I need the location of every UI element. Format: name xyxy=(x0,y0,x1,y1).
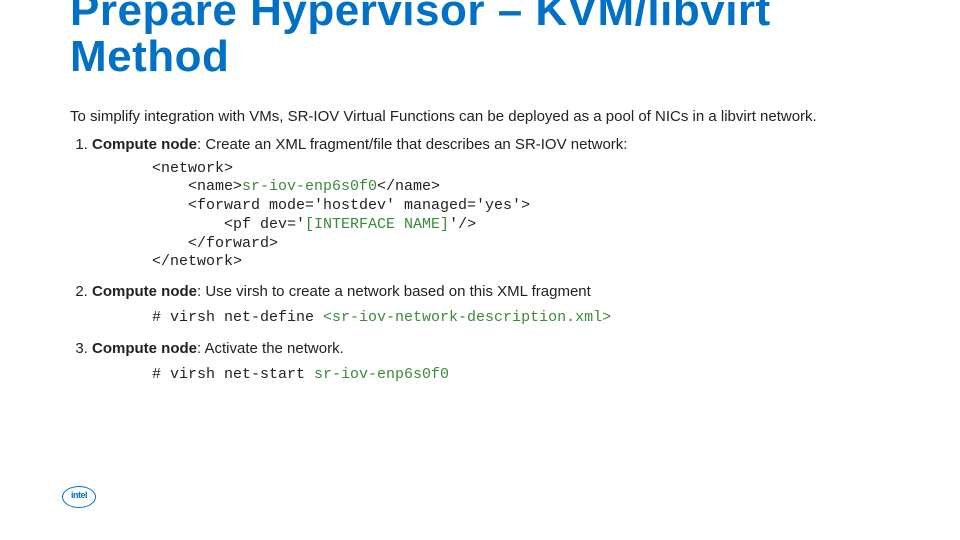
step-1-code: <network> <name>sr-iov-enp6s0f0</name> <… xyxy=(152,160,905,273)
step-2-cmd: # virsh net-define <sr-iov-network-descr… xyxy=(152,308,905,328)
steps-list: Compute node: Create an XML fragment/fil… xyxy=(70,135,905,385)
step-3-text: : Activate the network. xyxy=(197,340,344,357)
code-fragment: <network> <name> xyxy=(152,160,242,196)
slide: Prepare Hypervisor – KVM/libvirt Method … xyxy=(0,0,960,528)
cmd-arg: <sr-iov-network-description.xml> xyxy=(323,309,611,326)
step-3-label: Compute node xyxy=(92,340,197,357)
step-1-text: : Create an XML fragment/file that descr… xyxy=(197,136,627,153)
step-2-text: : Use virsh to create a network based on… xyxy=(197,283,591,300)
logo-text: intel xyxy=(63,490,95,500)
step-1-label: Compute node xyxy=(92,136,197,153)
step-3-cmd: # virsh net-start sr-iov-enp6s0f0 xyxy=(152,365,905,385)
intel-logo: intel xyxy=(62,486,96,508)
slide-title: Prepare Hypervisor – KVM/libvirt Method xyxy=(70,0,905,80)
code-interface-name: [INTERFACE NAME] xyxy=(305,216,449,233)
logo-ellipse-icon: intel xyxy=(62,486,96,508)
step-3: Compute node: Activate the network. # vi… xyxy=(92,339,905,386)
code-network-name: sr-iov-enp6s0f0 xyxy=(242,178,377,195)
step-2: Compute node: Use virsh to create a netw… xyxy=(92,282,905,329)
step-2-label: Compute node xyxy=(92,283,197,300)
cmd-arg: sr-iov-enp6s0f0 xyxy=(314,366,449,383)
cmd-prefix: # virsh net-define xyxy=(152,309,323,326)
cmd-prefix: # virsh net-start xyxy=(152,366,314,383)
intro-text: To simplify integration with VMs, SR-IOV… xyxy=(70,108,905,125)
step-1: Compute node: Create an XML fragment/fil… xyxy=(92,135,905,272)
